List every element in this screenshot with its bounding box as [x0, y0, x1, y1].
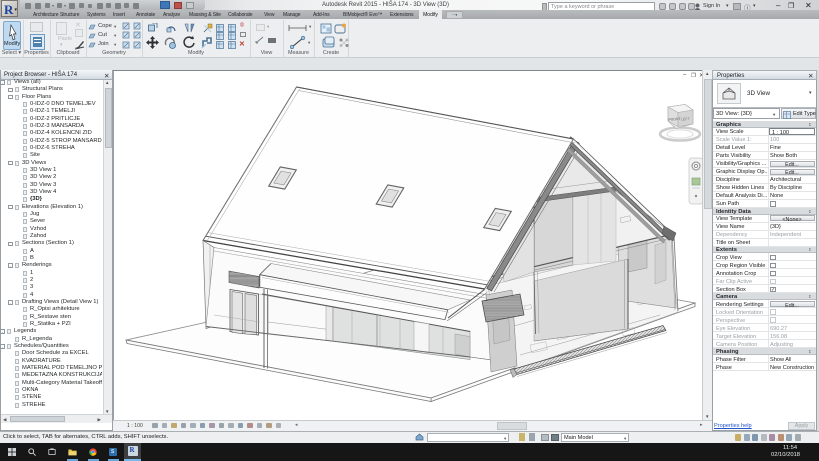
svg-text:LEFT: LEFT [681, 117, 691, 122]
